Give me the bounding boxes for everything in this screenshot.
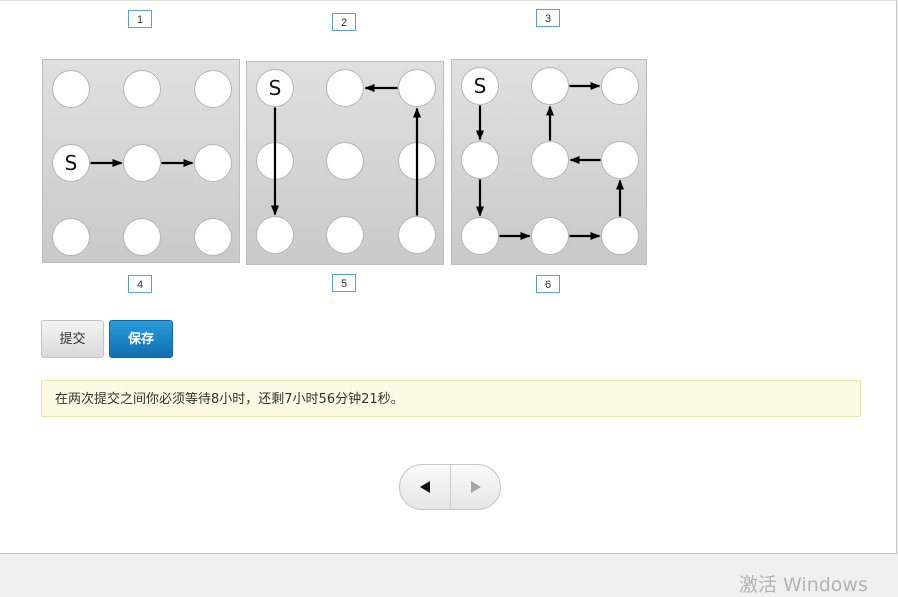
grid-dot (601, 217, 639, 255)
puzzle-3-drawing: S (461, 67, 639, 255)
grid-dot (123, 218, 161, 256)
wait-notice: 在两次提交之间你必须等待8小时，还剩7小时56分钟21秒。 (41, 380, 861, 417)
grid-dot (398, 69, 436, 107)
option-label-3: 3 (536, 9, 560, 27)
option-label-2: 2 (332, 13, 356, 31)
option-label-6: 6 (536, 275, 560, 293)
option-label-4: 4 (128, 275, 152, 293)
start-label: S (269, 76, 282, 100)
grid-dot (194, 218, 232, 256)
grid-dot (52, 70, 90, 108)
grid-dot (326, 142, 364, 180)
grid-dot (52, 218, 90, 256)
grid-dot (461, 141, 499, 179)
grid-dot (123, 144, 161, 182)
wait-notice-text: 在两次提交之间你必须等待8小时，还剩7小时56分钟21秒。 (55, 392, 404, 407)
next-page-button[interactable] (451, 465, 500, 509)
content-panel: 1 2 3 S S S 4 5 6 提交 保存 在两次提交之间你必须等待8小时，… (0, 0, 897, 554)
puzzle-1-grid[interactable]: S (42, 59, 240, 263)
prev-page-button[interactable] (400, 465, 451, 509)
next-arrow-icon (471, 481, 481, 493)
puzzle-2-drawing: S (256, 69, 436, 254)
grid-dot (601, 67, 639, 105)
prev-arrow-icon (420, 481, 430, 493)
grid-dot (123, 70, 161, 108)
puzzle-2-grid[interactable]: S (246, 61, 444, 265)
grid-dot (531, 141, 569, 179)
grid-dot (531, 217, 569, 255)
grid-dot (326, 69, 364, 107)
submit-button[interactable]: 提交 (41, 320, 104, 358)
start-label: S (65, 151, 78, 175)
grid-dot (531, 67, 569, 105)
save-button[interactable]: 保存 (109, 320, 173, 358)
grid-dot (326, 216, 364, 254)
grid-dot (398, 216, 436, 254)
activate-windows-watermark: 激活 Windows (739, 574, 868, 596)
puzzle-1-drawing: S (52, 70, 232, 256)
grid-dot (256, 216, 294, 254)
puzzle-3-grid[interactable]: S (451, 59, 647, 265)
pager (399, 464, 501, 510)
grid-dot (194, 144, 232, 182)
grid-dot (194, 70, 232, 108)
start-label: S (474, 74, 487, 98)
grid-dot (601, 141, 639, 179)
option-label-5: 5 (332, 274, 356, 292)
grid-dot (461, 217, 499, 255)
option-label-1: 1 (128, 10, 152, 28)
